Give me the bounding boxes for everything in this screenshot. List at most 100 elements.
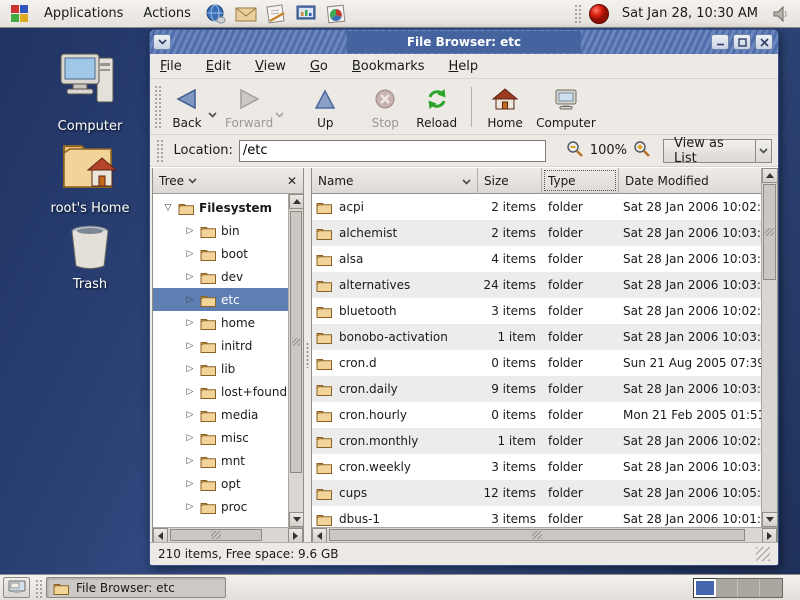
menu-bookmarks[interactable]: Bookmarks	[352, 59, 425, 74]
home-button[interactable]: Home	[480, 82, 530, 132]
side-pane-header[interactable]: Tree ✕	[153, 168, 303, 194]
expander-closed-icon[interactable]: ▷	[183, 226, 197, 236]
menu-go[interactable]: Go	[310, 59, 328, 74]
desktop-icon-roots-home[interactable]: root's Home	[30, 136, 150, 216]
column-header-name[interactable]: Name	[312, 168, 478, 194]
expander-closed-icon[interactable]: ▷	[183, 410, 197, 420]
tree-item-initrd[interactable]: ▷initrd	[153, 334, 288, 357]
file-row-cron.d[interactable]: cron.d0 itemsfolderSun 21 Aug 2005 07:39…	[312, 350, 761, 376]
volume-icon[interactable]	[768, 2, 794, 26]
update-notifier-icon[interactable]	[586, 2, 612, 26]
forward-button[interactable]: Forward	[219, 82, 279, 132]
tree-item-etc[interactable]: ▷etc	[153, 288, 288, 311]
expander-closed-icon[interactable]: ▷	[183, 364, 197, 374]
column-header-date-modified[interactable]: Date Modified	[619, 168, 761, 194]
tree-item-home[interactable]: ▷home	[153, 311, 288, 334]
expander-closed-icon[interactable]: ▷	[183, 502, 197, 512]
side-pane-close-icon[interactable]: ✕	[287, 174, 297, 188]
task-button-file-browser[interactable]: File Browser: etc	[46, 577, 226, 598]
file-row-cron.weekly[interactable]: cron.weekly3 itemsfolderSat 28 Jan 2006 …	[312, 454, 761, 480]
menu-help[interactable]: Help	[449, 59, 479, 74]
expander-closed-icon[interactable]: ▷	[183, 433, 197, 443]
workspace-1[interactable]	[694, 579, 716, 597]
desktop-icon-trash[interactable]: Trash	[30, 222, 150, 292]
writer-icon[interactable]	[263, 2, 289, 26]
forward-dropdown-chevron[interactable]	[275, 107, 284, 121]
file-row-bonobo-activation[interactable]: bonobo-activation1 itemfolderSat 28 Jan …	[312, 324, 761, 350]
scroll-left-button[interactable]	[153, 528, 168, 543]
menu-edit[interactable]: Edit	[206, 59, 231, 74]
tree-item-dev[interactable]: ▷dev	[153, 265, 288, 288]
file-row-cron.daily[interactable]: cron.daily9 itemsfolderSat 28 Jan 2006 1…	[312, 376, 761, 402]
scrollbar-thumb[interactable]	[329, 529, 745, 541]
desktop-icon-computer[interactable]: Computer	[30, 50, 150, 134]
menu-file[interactable]: File	[160, 59, 182, 74]
minimize-button[interactable]	[711, 34, 729, 50]
expander-open-icon[interactable]: ▽	[161, 203, 175, 213]
locationbar-handle[interactable]	[155, 138, 163, 162]
back-button[interactable]: Back	[162, 82, 212, 132]
stop-button[interactable]: Stop	[360, 82, 410, 132]
close-button[interactable]	[755, 34, 773, 50]
titlebar[interactable]: File Browser: etc	[150, 30, 778, 54]
toolbar-handle[interactable]	[153, 84, 161, 128]
expander-closed-icon[interactable]: ▷	[183, 387, 197, 397]
location-input[interactable]	[239, 140, 546, 162]
file-row-cups[interactable]: cups12 itemsfolderSat 28 Jan 2006 10:05:…	[312, 480, 761, 506]
tree-item-Filesystem[interactable]: ▽Filesystem	[153, 196, 288, 219]
web-browser-icon[interactable]	[203, 2, 229, 26]
scroll-up-button[interactable]	[762, 168, 778, 183]
workspace-3[interactable]	[738, 579, 760, 597]
file-row-dbus-1[interactable]: dbus-13 itemsfolderSat 28 Jan 2006 10:01…	[312, 506, 761, 527]
scroll-right-button[interactable]	[288, 528, 303, 543]
scroll-up-button[interactable]	[289, 194, 304, 209]
scrollbar-thumb[interactable]	[170, 529, 262, 541]
column-header-type[interactable]: Type	[542, 168, 619, 194]
scrollbar-thumb[interactable]	[290, 211, 302, 473]
window-menu-button[interactable]	[153, 34, 171, 50]
panel-handle[interactable]	[573, 3, 581, 24]
tree-item-mnt[interactable]: ▷mnt	[153, 449, 288, 472]
menu-view[interactable]: View	[255, 59, 286, 74]
expander-closed-icon[interactable]: ▷	[183, 318, 197, 328]
calc-icon[interactable]	[323, 2, 349, 26]
tree-item-misc[interactable]: ▷misc	[153, 426, 288, 449]
up-button[interactable]: Up	[300, 82, 350, 132]
file-row-cron.monthly[interactable]: cron.monthly1 itemfolderSat 28 Jan 2006 …	[312, 428, 761, 454]
scroll-down-button[interactable]	[289, 512, 304, 527]
file-row-alsa[interactable]: alsa4 itemsfolderSat 28 Jan 2006 10:03:3	[312, 246, 761, 272]
scroll-left-button[interactable]	[312, 528, 327, 543]
file-row-cron.hourly[interactable]: cron.hourly0 itemsfolderMon 21 Feb 2005 …	[312, 402, 761, 428]
workspace-4[interactable]	[760, 579, 782, 597]
list-horizontal-scrollbar[interactable]	[312, 527, 777, 542]
expander-closed-icon[interactable]: ▷	[183, 249, 197, 259]
distro-logo-icon[interactable]	[6, 2, 32, 26]
file-row-alchemist[interactable]: alchemist2 itemsfolderSat 28 Jan 2006 10…	[312, 220, 761, 246]
actions-menu[interactable]: Actions	[135, 0, 199, 27]
tree-horizontal-scrollbar[interactable]	[153, 527, 303, 542]
show-desktop-button[interactable]	[3, 577, 30, 598]
zoom-in-icon[interactable]	[633, 140, 651, 161]
file-row-bluetooth[interactable]: bluetooth3 itemsfolderSat 28 Jan 2006 10…	[312, 298, 761, 324]
view-mode-dropdown[interactable]: View as List	[663, 139, 772, 163]
expander-closed-icon[interactable]: ▷	[183, 295, 197, 305]
clock[interactable]: Sat Jan 28, 10:30 AM	[616, 6, 764, 21]
file-row-acpi[interactable]: acpi2 itemsfolderSat 28 Jan 2006 10:02:5	[312, 194, 761, 220]
scrollbar-thumb[interactable]	[763, 184, 776, 280]
tree-item-media[interactable]: ▷media	[153, 403, 288, 426]
pane-splitter[interactable]	[304, 168, 311, 542]
tree-item-bin[interactable]: ▷bin	[153, 219, 288, 242]
expander-closed-icon[interactable]: ▷	[183, 341, 197, 351]
email-icon[interactable]	[233, 2, 259, 26]
tree-item-opt[interactable]: ▷opt	[153, 472, 288, 495]
resize-grip[interactable]	[756, 547, 770, 561]
tree-item-lib[interactable]: ▷lib	[153, 357, 288, 380]
tree-item-lost+found[interactable]: ▷lost+found	[153, 380, 288, 403]
expander-closed-icon[interactable]: ▷	[183, 272, 197, 282]
file-row-alternatives[interactable]: alternatives24 itemsfolderSat 28 Jan 200…	[312, 272, 761, 298]
scroll-right-button[interactable]	[762, 528, 777, 543]
tree-vertical-scrollbar[interactable]	[288, 194, 303, 527]
maximize-button[interactable]	[733, 34, 751, 50]
back-dropdown-chevron[interactable]	[208, 107, 217, 121]
taskbar-handle[interactable]	[34, 578, 42, 598]
